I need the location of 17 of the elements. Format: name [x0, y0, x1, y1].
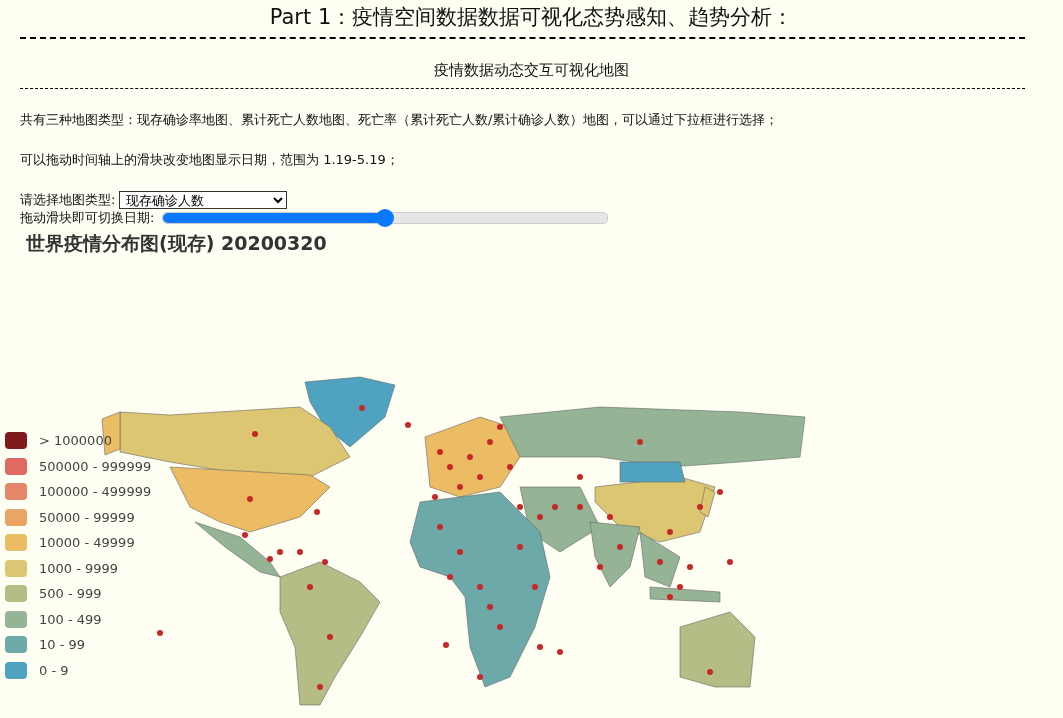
legend-label[interactable]: 10000 - 49999 — [39, 535, 135, 550]
legend-label[interactable]: 500000 - 999999 — [39, 458, 152, 474]
legend-label[interactable]: 100 - 499 — [39, 611, 102, 627]
legend-label[interactable]: 0 - 9 — [39, 662, 69, 678]
legend-label[interactable]: 100000 - 499999 — [39, 484, 152, 499]
map-title: 世界疫情分布图(现存) 20200320 — [26, 231, 328, 256]
description-text: 共有三种地图类型：现存确诊率地图、累计死亡人数地图、死亡率（累计死亡人数/累计确诊人数）地图，可以通过下拉框进行选择； — [20, 111, 780, 129]
legend-label[interactable]: 1000 - 9999 — [39, 560, 119, 576]
legend-label[interactable]: 10 - 99 — [39, 637, 86, 652]
map-type-dropdown[interactable]: 现存确诊人数 — [119, 191, 288, 209]
legend-label[interactable]: 50000 - 99999 — [39, 509, 135, 525]
legend-label[interactable]: 500 - 999 — [39, 586, 102, 601]
page-title: Part 1：疫情空间数据数据可视化态势感知、趋势分析： — [268, 4, 795, 31]
section-title: 疫情数据动态交互可视化地图 — [433, 61, 630, 80]
description-text: 可以拖动时间轴上的滑块改变地图显示日期，范围为 1.19-5.19； — [20, 151, 400, 169]
map-type-label: 请选择地图类型: — [20, 191, 116, 209]
date-slider-label: 拖动滑块即可切换日期: — [20, 209, 155, 227]
